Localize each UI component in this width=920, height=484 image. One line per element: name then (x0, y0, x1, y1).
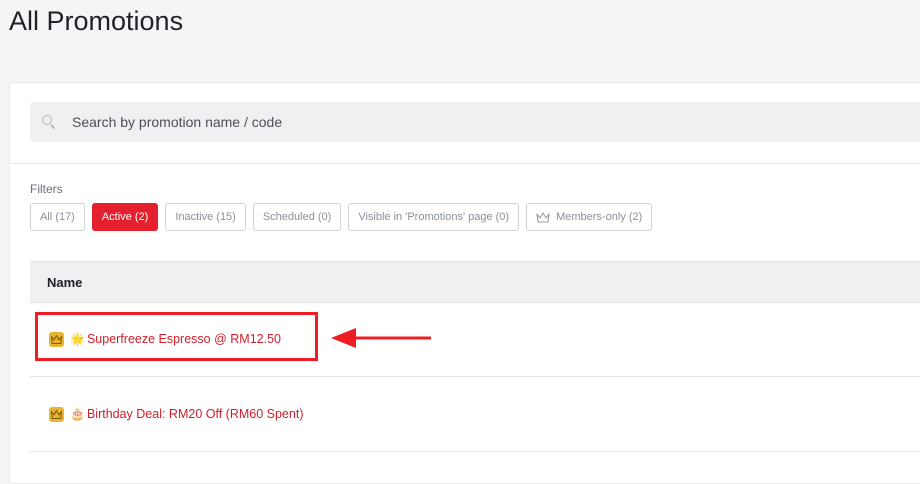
filters-label: Filters (30, 182, 63, 196)
table-row[interactable]: 🎂 Birthday Deal: RM20 Off (RM60 Spent) (30, 377, 920, 452)
promotions-card: Filters All (17) Active (2) Inactive (15… (9, 82, 920, 484)
search-input[interactable] (70, 113, 874, 131)
table-header: Name (30, 261, 920, 303)
promotion-link-birthday-deal[interactable]: Birthday Deal: RM20 Off (RM60 Spent) (87, 407, 304, 421)
filter-chip-scheduled[interactable]: Scheduled (0) (252, 203, 342, 231)
search-bar[interactable] (30, 102, 920, 142)
page-title: All Promotions (9, 6, 184, 36)
search-icon (42, 115, 56, 129)
filter-chip-active[interactable]: Active (2) (91, 203, 159, 231)
filter-chip-members-only-label: Members-only (2) (556, 211, 643, 223)
annotation-arrow-icon (331, 328, 431, 348)
column-header-name[interactable]: Name (47, 275, 82, 290)
crown-outline-icon (536, 211, 550, 223)
filter-chip-visible-in-promotions[interactable]: Visible in 'Promotions' page (0) (348, 203, 520, 231)
annotation-highlight-box (35, 312, 318, 361)
cake-icon: 🎂 (70, 407, 85, 421)
filter-chip-members-only[interactable]: Members-only (2) (526, 203, 653, 231)
filter-chip-inactive[interactable]: Inactive (15) (165, 203, 246, 231)
filter-chip-all[interactable]: All (17) (30, 203, 85, 231)
filter-chips: All (17) Active (2) Inactive (15) Schedu… (30, 203, 653, 231)
divider (10, 163, 920, 164)
crown-icon (49, 406, 64, 422)
